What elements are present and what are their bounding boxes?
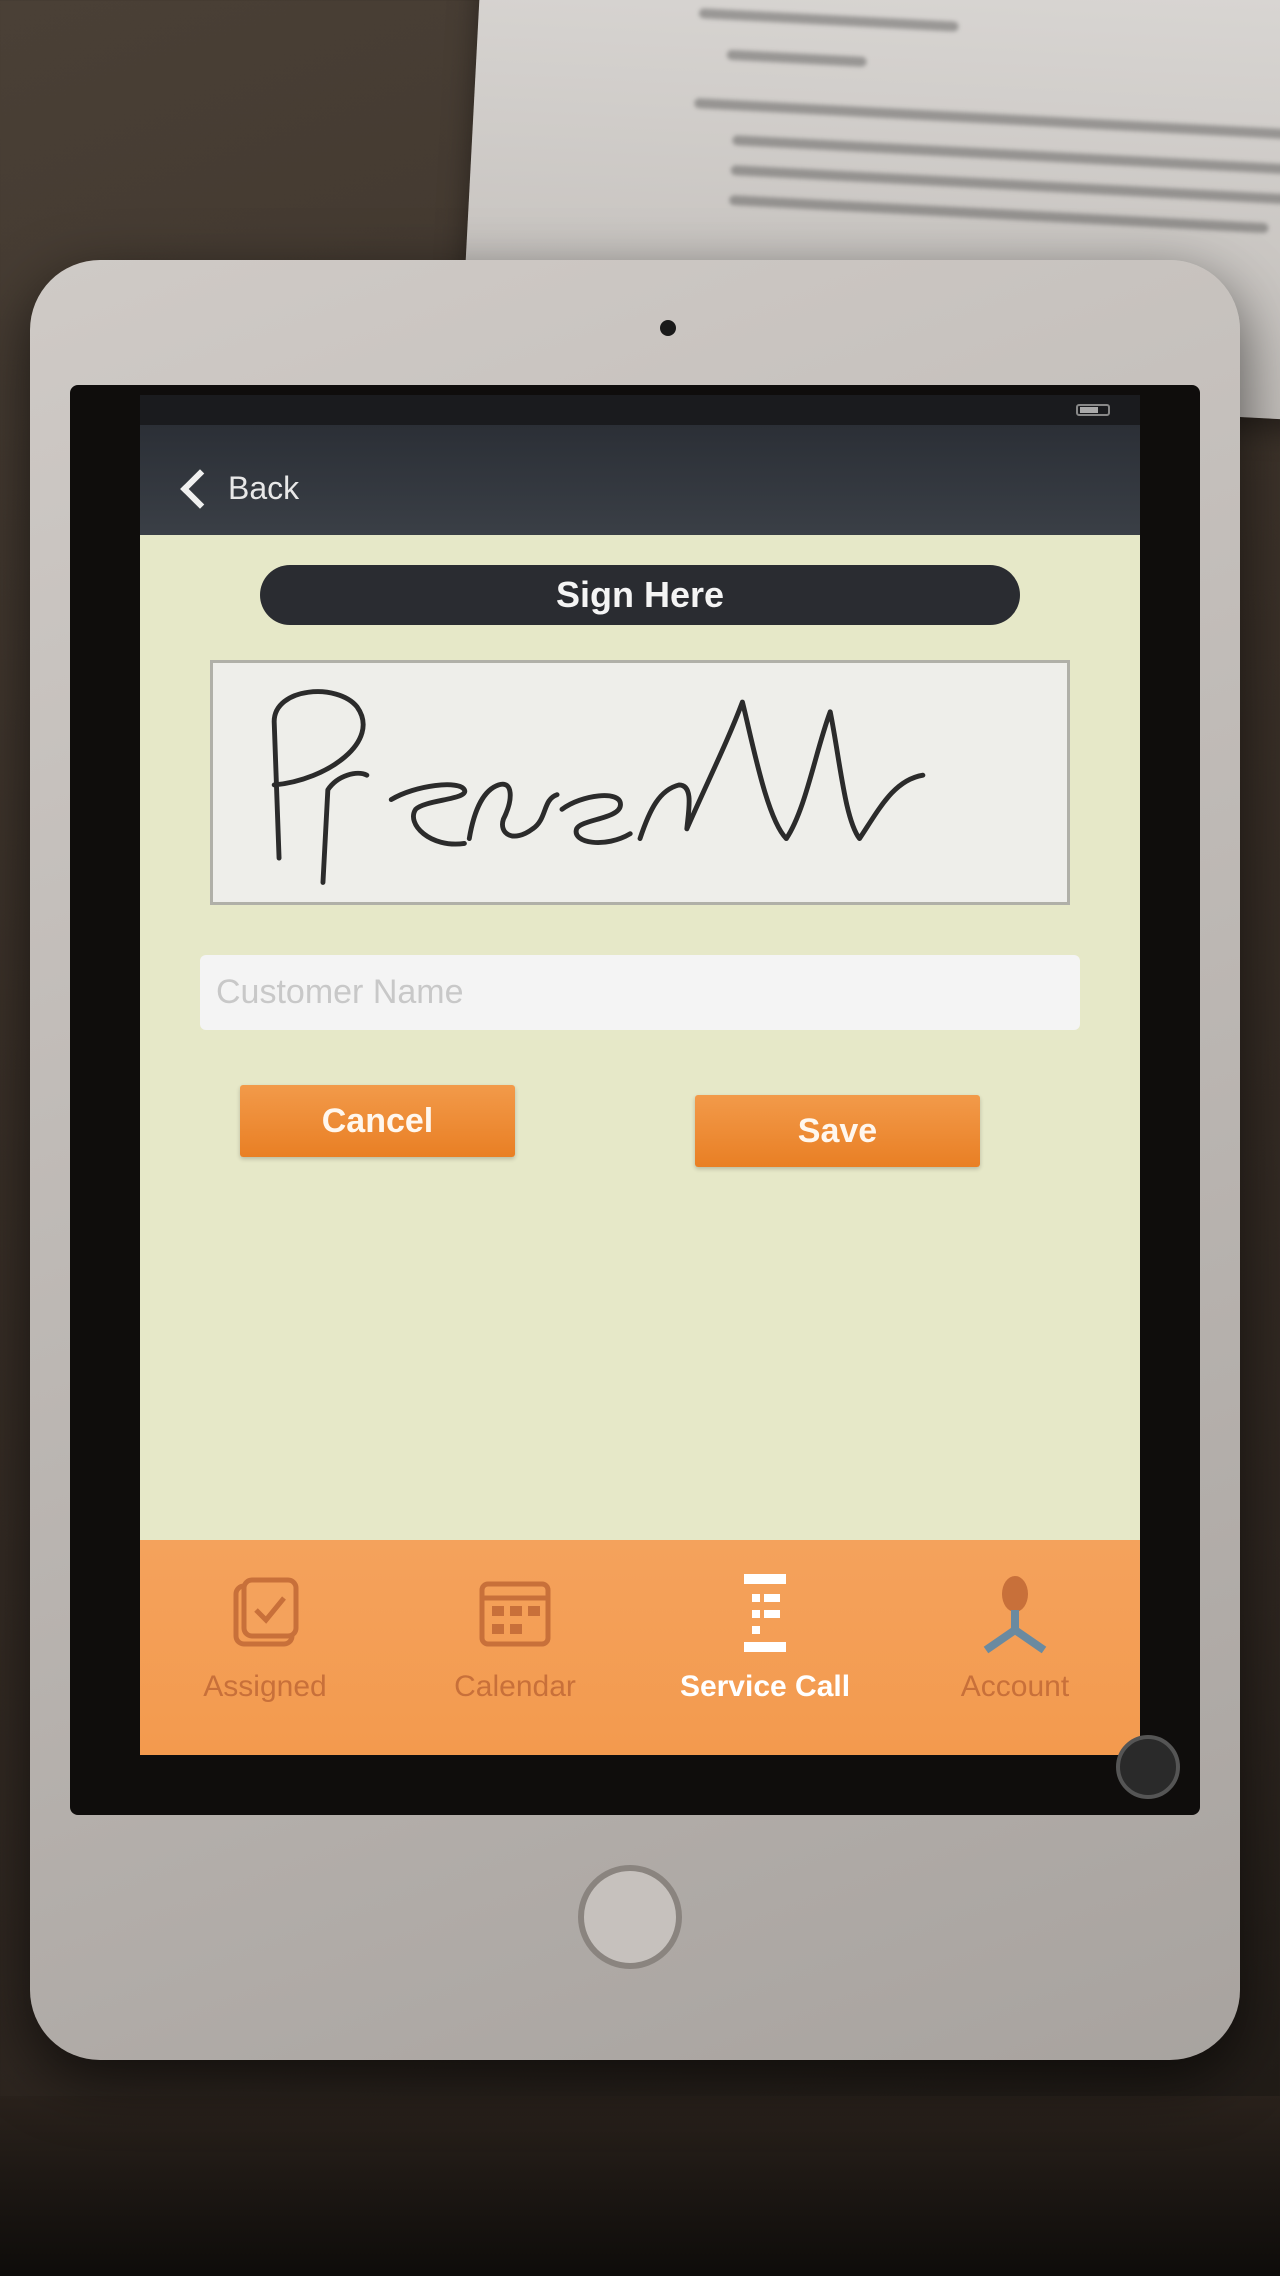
tab-bar: Assigned Calendar Service Call Account (140, 1540, 1140, 1755)
navigation-bar: Back (140, 425, 1140, 535)
screen-bezel: Back Sign Here Cancel Save (70, 385, 1200, 1815)
back-label: Back (228, 470, 300, 506)
account-icon (983, 1576, 1047, 1654)
back-button[interactable]: Back (180, 468, 300, 509)
customer-name-input[interactable] (200, 955, 1080, 1030)
home-button[interactable] (578, 1865, 682, 1969)
assigned-icon (233, 1577, 299, 1647)
tab-label: Calendar (454, 1670, 576, 1703)
battery-icon (1076, 404, 1110, 416)
service-call-icon (744, 1574, 786, 1652)
tab-service-call[interactable]: Service Call (640, 1540, 890, 1755)
tab-assigned[interactable]: Assigned (140, 1540, 390, 1755)
app-screen: Back Sign Here Cancel Save (140, 395, 1140, 1755)
tab-label: Account (960, 1670, 1070, 1703)
desk-surface (0, 2096, 1280, 2276)
signature-pad[interactable] (210, 660, 1070, 905)
signature-stroke (271, 689, 926, 885)
tab-label: Assigned (203, 1670, 327, 1703)
assistive-touch-button[interactable] (1116, 1735, 1180, 1799)
tab-label: Service Call (679, 1670, 851, 1703)
calendar-icon (479, 1581, 551, 1647)
save-button[interactable]: Save (695, 1095, 980, 1167)
front-camera (660, 320, 676, 336)
chevron-left-icon (180, 468, 220, 509)
cancel-button[interactable]: Cancel (240, 1085, 515, 1157)
ipad-device: Back Sign Here Cancel Save (30, 260, 1240, 2060)
tab-account[interactable]: Account (890, 1540, 1140, 1755)
status-bar (140, 395, 1140, 425)
tab-calendar[interactable]: Calendar (390, 1540, 640, 1755)
sign-here-header: Sign Here (260, 565, 1020, 625)
